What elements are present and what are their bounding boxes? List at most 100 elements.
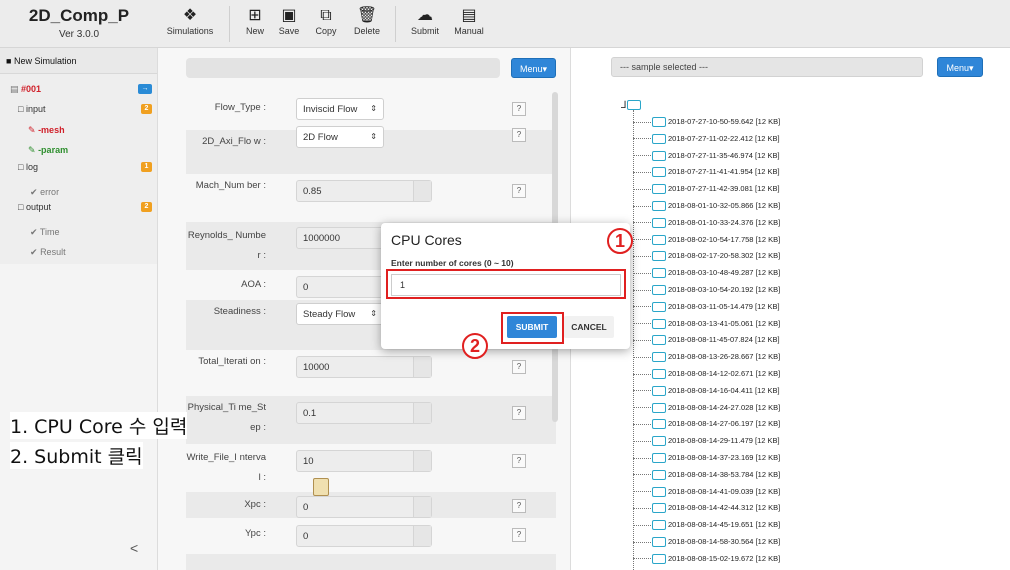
file-tree-item[interactable]: 2018-08-08-14-24-27.028 [12 KB]: [633, 400, 780, 416]
app-version: Ver 3.0.0: [58, 29, 100, 40]
app-title: 2D_Comp_P: [28, 6, 130, 25]
sample-select[interactable]: --- sample selected ---: [611, 57, 923, 77]
collapse-sidebar-button[interactable]: <: [130, 540, 138, 556]
axi-flow-select[interactable]: 2D Flow ⇕: [296, 126, 384, 148]
manual-button[interactable]: ▤ Manual: [452, 6, 486, 36]
file-label: 2018-07-27-11-35-46.974 [12 KB]: [668, 150, 780, 160]
save-button[interactable]: ▣ Save: [275, 6, 303, 36]
file-label: 2018-08-02-17-20-58.302 [12 KB]: [668, 251, 781, 261]
sidebar-item-time[interactable]: ✔ Time: [0, 227, 158, 238]
sidebar-item-log[interactable]: □ log 1: [0, 162, 158, 172]
file-tree-item[interactable]: 2018-08-08-14-42-44.312 [12 KB]: [633, 500, 780, 516]
file-tree-item[interactable]: 2018-07-27-11-35-46.974 [12 KB]: [633, 148, 780, 164]
file-tree-item[interactable]: 2018-08-01-10-33-24.376 [12 KB]: [633, 215, 780, 231]
folder-icon: [626, 100, 641, 111]
ypc-input[interactable]: 0: [296, 525, 432, 547]
updown-icon: ⇕: [370, 309, 377, 318]
file-tree-item[interactable]: 2018-08-02-10-54-17.758 [12 KB]: [633, 232, 780, 248]
file-tree-item[interactable]: 2018-07-27-11-41-41.954 [12 KB]: [633, 164, 780, 180]
sidebar-item-input[interactable]: □ input 2: [0, 104, 158, 114]
file-label: 2018-07-27-11-41-41.954 [12 KB]: [668, 167, 780, 177]
sidebar-item-param[interactable]: ✎ -param: [0, 145, 158, 156]
time-step-input[interactable]: 0.1: [296, 402, 432, 424]
file-tree-item[interactable]: 2018-08-08-13-26-28.667 [12 KB]: [633, 349, 780, 365]
sample-menu-button[interactable]: Menu▾: [937, 57, 983, 77]
simulation-tree: ▤ #001 → □ input 2 ✎ -mesh ✎ -param □ lo…: [0, 74, 157, 264]
parameter-menu-button[interactable]: Menu▾: [511, 58, 556, 78]
sidebar-item-label: Result: [40, 247, 66, 257]
tree-connector: [633, 356, 651, 358]
input-value: 0: [303, 531, 309, 542]
flow-type-select[interactable]: Inviscid Flow ⇕: [296, 98, 384, 120]
file-tree-item[interactable]: 2018-07-27-11-02-22.412 [12 KB]: [633, 131, 780, 147]
file-tree-item[interactable]: 2018-08-08-14-41-09.039 [12 KB]: [633, 484, 780, 500]
sidebar-item-001[interactable]: ▤ #001 →: [0, 84, 158, 95]
xpc-input[interactable]: 0: [296, 496, 432, 518]
file-tree-item[interactable]: 2018-08-08-14-27-06.197 [12 KB]: [633, 416, 780, 432]
sidebar-item-output[interactable]: □ output 2: [0, 202, 158, 212]
input-addon: [413, 357, 431, 377]
check-icon: ✔: [30, 247, 38, 257]
new-button[interactable]: ⊞ New: [240, 6, 270, 36]
simulations-button[interactable]: ❖ Simulations: [166, 6, 214, 36]
file-tree-item[interactable]: 2018-08-03-10-48-49.287 [12 KB]: [633, 265, 780, 281]
steadiness-select[interactable]: Steady Flow ⇕: [296, 303, 384, 325]
write-interval-input[interactable]: 10: [296, 450, 432, 472]
file-tree-item[interactable]: 2018-08-08-15-02-19.672 [12 KB]: [633, 551, 780, 567]
mach-number-input[interactable]: 0.85: [296, 180, 432, 202]
sidebar-item-mesh[interactable]: ✎ -mesh: [0, 125, 158, 136]
file-tree-item[interactable]: 2018-07-27-10-50-59.642 [12 KB]: [633, 114, 780, 130]
new-simulation-button[interactable]: ■ New Simulation: [0, 48, 157, 74]
total-iteration-input[interactable]: 10000: [296, 356, 432, 378]
help-button[interactable]: ?: [512, 499, 526, 513]
delete-button[interactable]: 🗑 Delete: [350, 6, 384, 36]
floppy-icon: ▣: [281, 7, 297, 24]
help-button[interactable]: ?: [512, 406, 526, 420]
arrow-badge[interactable]: →: [138, 84, 152, 94]
file-tree-item[interactable]: 2018-08-08-14-12-02.671 [12 KB]: [633, 366, 780, 382]
root-folder[interactable]: ⅃: [621, 100, 643, 111]
tree-connector: [633, 440, 651, 442]
step-2-marker: 2: [462, 333, 488, 359]
clipboard-icon[interactable]: [313, 478, 329, 496]
help-button[interactable]: ?: [512, 184, 526, 198]
file-tree-item[interactable]: 2018-08-08-14-58-30.564 [12 KB]: [633, 534, 780, 550]
file-tree-item[interactable]: 2018-08-03-11-05-14.479 [12 KB]: [633, 299, 780, 315]
copy-icon: ⧉: [320, 7, 332, 24]
submit-toolbar-button[interactable]: ☁ Submit: [408, 6, 442, 36]
sidebar-item-result[interactable]: ✔ Result: [0, 247, 158, 258]
folder-icon: [652, 201, 666, 212]
file-tree-item[interactable]: 2018-08-03-13-41-05.061 [12 KB]: [633, 316, 780, 332]
help-button[interactable]: ?: [512, 360, 526, 374]
sidebar-item-error[interactable]: ✔ error: [0, 187, 158, 198]
select-value: Steady Flow: [303, 309, 356, 320]
help-button[interactable]: ?: [512, 102, 526, 116]
simulations-label: Simulations: [166, 26, 214, 36]
file-tree-item[interactable]: 2018-08-08-14-37-23.169 [12 KB]: [633, 450, 780, 466]
field-label: Physical_Ti me_Step :: [187, 402, 266, 433]
sidebar-item-label: Time: [39, 227, 60, 237]
cancel-button[interactable]: CANCEL: [564, 316, 614, 338]
file-tree-item[interactable]: 2018-08-08-14-38-53.784 [12 KB]: [633, 467, 780, 483]
copy-button[interactable]: ⧉ Copy: [312, 6, 340, 36]
help-button[interactable]: ?: [512, 128, 526, 142]
parameter-path-bar: [186, 58, 500, 78]
file-tree-item[interactable]: 2018-08-01-10-32-05.866 [12 KB]: [633, 198, 780, 214]
folder-icon: □: [18, 202, 24, 212]
help-button[interactable]: ?: [512, 454, 526, 468]
file-label: 2018-08-08-14-38-53.784 [12 KB]: [668, 469, 781, 479]
file-label: 2018-08-08-15-02-19.672 [12 KB]: [668, 553, 781, 563]
file-tree-item[interactable]: 2018-08-03-10-54-20.192 [12 KB]: [633, 282, 780, 298]
file-tree-item[interactable]: 2018-08-08-11-45-07.824 [12 KB]: [633, 332, 780, 348]
tree-connector: [633, 491, 651, 493]
tree-connector: [633, 188, 651, 190]
file-tree-item[interactable]: 2018-08-08-14-45-19.651 [12 KB]: [633, 517, 780, 533]
field-label: Write_File_I nterval :: [186, 452, 266, 483]
file-tree-item[interactable]: 2018-08-08-14-29-11.479 [12 KB]: [633, 433, 780, 449]
help-button[interactable]: ?: [512, 528, 526, 542]
file-tree-item[interactable]: 2018-08-02-17-20-58.302 [12 KB]: [633, 248, 780, 264]
folder-icon: [652, 217, 666, 228]
file-tree-item[interactable]: 2018-07-27-11-42-39.081 [12 KB]: [633, 181, 780, 197]
file-tree-item[interactable]: 2018-08-08-14-16-04.411 [12 KB]: [633, 383, 780, 399]
count-badge: 2: [141, 202, 152, 212]
